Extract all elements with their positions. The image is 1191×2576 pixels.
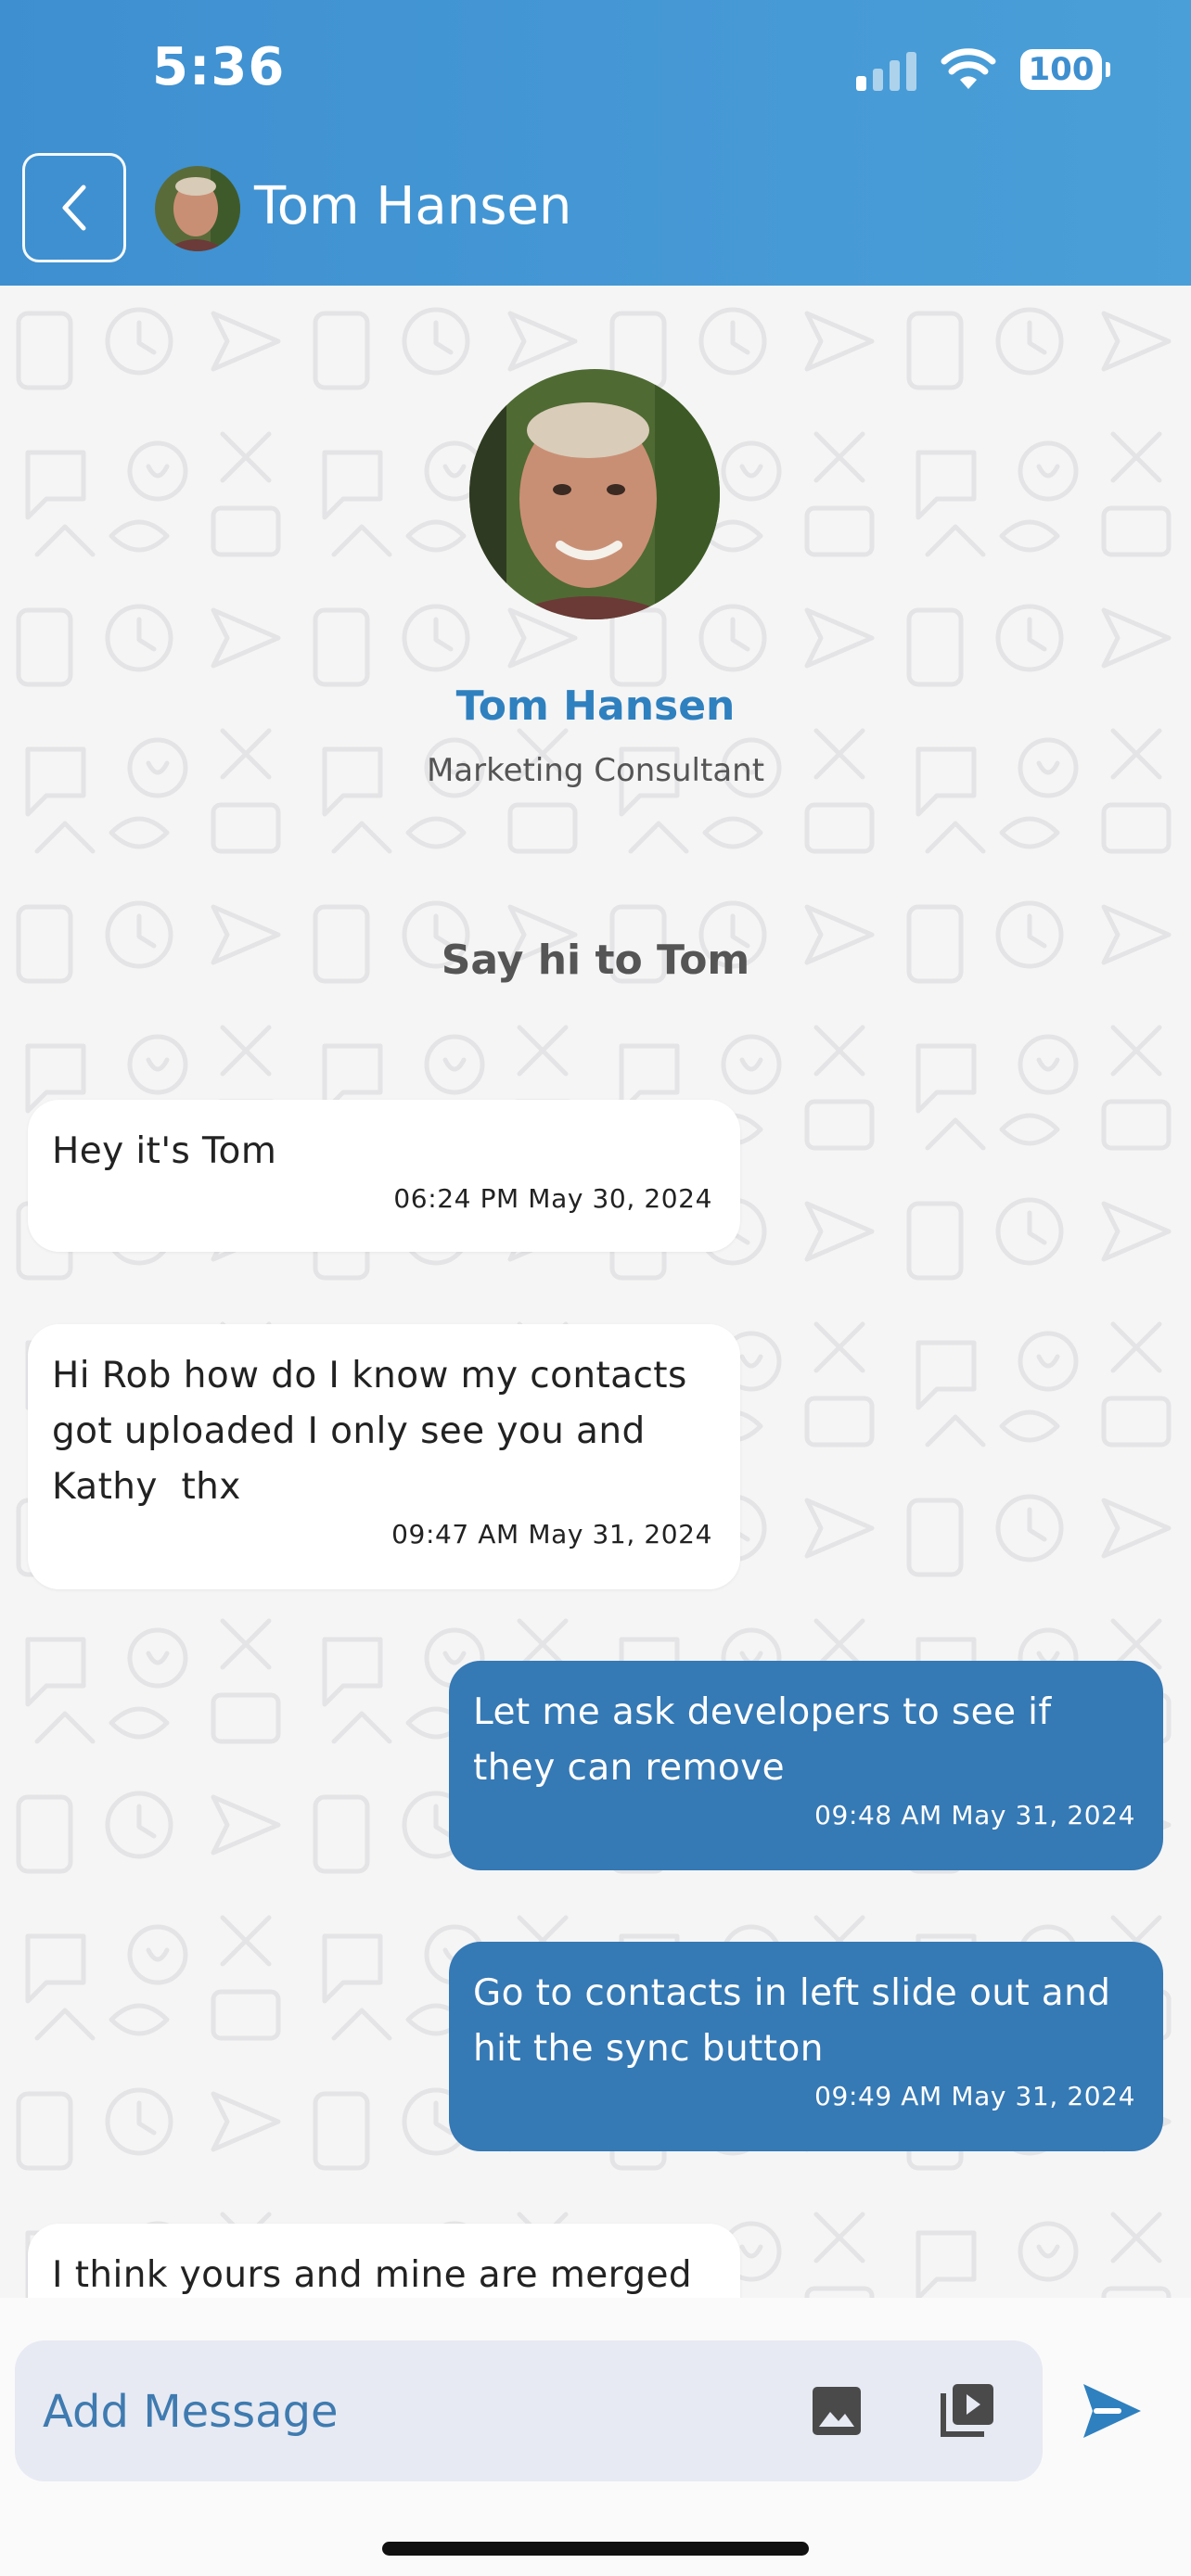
message-timestamp: 09:47 AM May 31, 2024: [391, 1519, 712, 1549]
home-indicator: [382, 2542, 809, 2556]
message-text: Hi Rob how do I know my contacts got upl…: [52, 1355, 699, 1508]
message-text: I think yours and mine are merged: [52, 2254, 693, 2296]
message-bubble-incoming[interactable]: Hi Rob how do I know my contacts got upl…: [28, 1324, 740, 1589]
header-avatar[interactable]: [155, 166, 240, 251]
message-bubble-incoming[interactable]: I think yours and mine are merged: [28, 2224, 740, 2298]
chat-header: 5:36 100 Tom Hansen: [0, 0, 1191, 286]
message-bubble-outgoing[interactable]: Let me ask developers to see if they can…: [449, 1661, 1163, 1870]
greeting-prompt: Say hi to Tom: [441, 937, 750, 984]
back-button[interactable]: [22, 153, 126, 262]
message-text: Let me ask developers to see if they can…: [473, 1691, 1064, 1789]
image-icon: [813, 2387, 861, 2435]
message-text: Hey it's Tom: [52, 1130, 277, 1172]
chat-thread[interactable]: Tom Hansen Marketing Consultant Say hi t…: [0, 286, 1191, 2298]
attach-video-button[interactable]: [931, 2372, 1005, 2446]
message-text: Go to contacts in left slide out and hit…: [473, 1972, 1123, 2070]
message-timestamp: 09:49 AM May 31, 2024: [814, 2081, 1135, 2111]
send-button[interactable]: [1072, 2372, 1150, 2450]
status-icons: 100: [856, 45, 1110, 95]
profile-avatar[interactable]: [469, 369, 720, 619]
header-contact-name[interactable]: Tom Hansen: [254, 176, 571, 236]
message-input[interactable]: [41, 2374, 749, 2450]
message-timestamp: 09:48 AM May 31, 2024: [814, 1800, 1135, 1830]
profile-role: Marketing Consultant: [426, 752, 765, 789]
attach-image-button[interactable]: [800, 2374, 874, 2448]
video-library-icon: [941, 2384, 993, 2437]
cellular-signal-icon: [856, 48, 916, 91]
chevron-left-icon: [62, 185, 86, 231]
status-time: 5:36: [152, 37, 286, 97]
profile-name: Tom Hansen: [455, 682, 736, 730]
battery-icon: 100: [1020, 49, 1110, 90]
battery-level: 100: [1028, 51, 1095, 88]
message-timestamp: 06:24 PM May 30, 2024: [393, 1183, 712, 1214]
message-input-container: [15, 2340, 1043, 2481]
send-icon: [1083, 2384, 1141, 2438]
message-composer: [0, 2298, 1191, 2576]
wifi-icon: [941, 48, 996, 89]
message-bubble-outgoing[interactable]: Go to contacts in left slide out and hit…: [449, 1942, 1163, 2151]
message-bubble-incoming[interactable]: Hey it's Tom 06:24 PM May 30, 2024: [28, 1100, 740, 1252]
